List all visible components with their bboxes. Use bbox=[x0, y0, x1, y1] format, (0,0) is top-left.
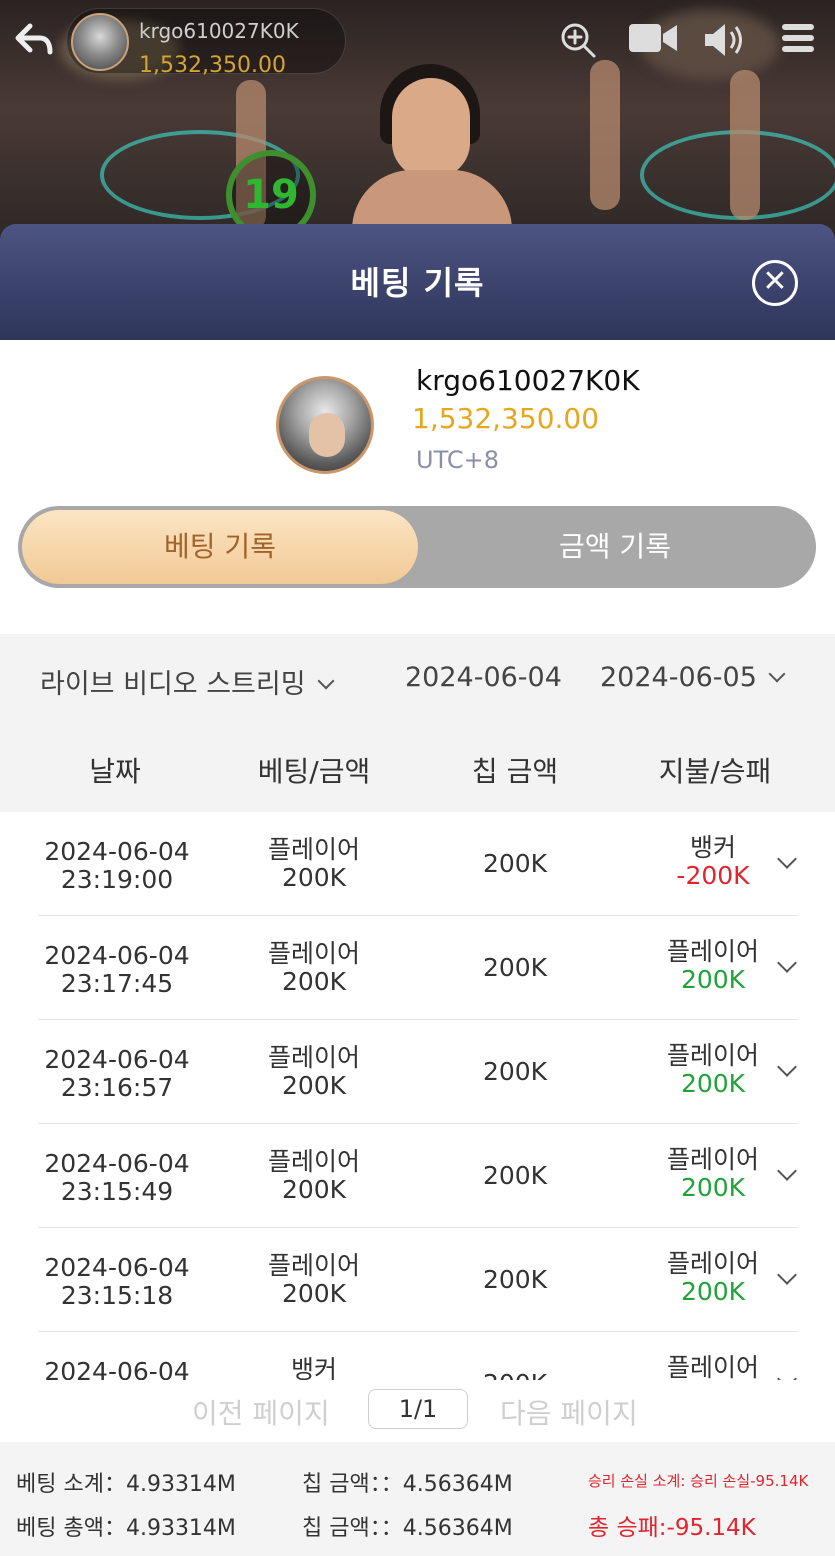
table-row[interactable]: 2024-06-04 23:15:49 플레이어 200K 200K 플레이어 200… bbox=[0, 1124, 835, 1228]
chip-subtotal: 칩 금액：：4.56364M bbox=[302, 1472, 513, 1497]
profile-balance: 1,532,350.00 bbox=[412, 402, 600, 435]
table-row[interactable]: 2024-06-04 23:17:45 플레이어 200K 200K 플레이어 200… bbox=[0, 916, 835, 1020]
winloss-subtotal: 승리 손실 소계: 승리 손실-95.14K bbox=[588, 1472, 809, 1490]
bet-record-list: 2024-06-04 23:19:00 플레이어 200K 200K 뱅커 -200K… bbox=[0, 812, 835, 1380]
bet-total: 베팅 총액：4.93314M bbox=[16, 1516, 236, 1541]
row-date: 2024-06-04 bbox=[44, 1357, 190, 1381]
column-header-date: 날짜 bbox=[89, 755, 141, 788]
pagination: 이전 페이지 1/1 다음 페이지 bbox=[0, 1382, 835, 1440]
modal-header: 베팅 기록 ✕ bbox=[0, 224, 835, 340]
row-result: 플레이어 bbox=[666, 1041, 759, 1070]
column-header-payout: 지불/승패 bbox=[658, 755, 772, 788]
summary-panel: 베팅 소계：4.93314M 칩 금액：：4.56364M 승리 손실 소계: … bbox=[0, 1442, 835, 1556]
row-bet: 뱅커 bbox=[290, 1355, 337, 1381]
row-bet: 플레이어 bbox=[267, 1147, 360, 1176]
game-top-bar: krgo610027K0K 1,532,350.00 19 bbox=[0, 0, 835, 240]
row-bet-amount: 200K bbox=[281, 1279, 347, 1308]
bet-subtotal: 베팅 소계：4.93314M bbox=[16, 1472, 236, 1497]
row-chip: 200K bbox=[482, 1161, 548, 1190]
filter-bar: 라이브 비디오 스트리밍 2024-06-04 2024-06-05 날짜 베팅… bbox=[0, 634, 835, 812]
table-row[interactable]: 2024-06-04 뱅커 200K 플레이어 bbox=[0, 1332, 835, 1380]
row-time: 23:16:57 bbox=[60, 1073, 174, 1102]
start-date-picker[interactable]: 2024-06-04 bbox=[405, 662, 562, 693]
table-row[interactable]: 2024-06-04 23:15:18 플레이어 200K 200K 플레이어 200… bbox=[0, 1228, 835, 1332]
page-indicator: 1/1 bbox=[368, 1389, 468, 1429]
menu-icon[interactable] bbox=[778, 20, 818, 67]
profile-timezone: UTC+8 bbox=[416, 446, 499, 474]
close-icon[interactable]: ✕ bbox=[752, 260, 798, 306]
table-row[interactable]: 2024-06-04 23:19:00 플레이어 200K 200K 뱅커 -200K bbox=[0, 812, 835, 916]
row-time: 23:17:45 bbox=[60, 969, 174, 998]
row-bet-amount: 200K bbox=[281, 1175, 347, 1204]
game-type-select[interactable]: 라이브 비디오 스트리밍 bbox=[40, 662, 335, 701]
row-date: 2024-06-04 bbox=[44, 941, 190, 970]
chevron-down-icon bbox=[768, 665, 786, 683]
top-username: krgo610027K0K bbox=[139, 19, 299, 43]
row-payout: -200K bbox=[676, 861, 750, 890]
row-payout: 200K bbox=[680, 1277, 746, 1306]
row-date: 2024-06-04 bbox=[44, 1149, 190, 1178]
top-balance: 1,532,350.00 bbox=[139, 53, 286, 78]
row-result: 플레이어 bbox=[666, 1145, 759, 1174]
chip-total: 칩 금액：：4.56364M bbox=[302, 1516, 513, 1541]
row-bet: 플레이어 bbox=[267, 835, 360, 864]
row-time: 23:15:18 bbox=[60, 1281, 174, 1310]
row-chip: 200K bbox=[482, 1057, 548, 1086]
row-date: 2024-06-04 bbox=[44, 1253, 190, 1282]
next-page-button[interactable]: 다음 페이지 bbox=[500, 1392, 638, 1432]
speaker-icon[interactable] bbox=[700, 20, 750, 71]
row-result: 플레이어 bbox=[666, 1249, 759, 1278]
prev-page-button[interactable]: 이전 페이지 bbox=[192, 1392, 330, 1432]
row-bet-amount: 200K bbox=[281, 967, 347, 996]
modal-title: 베팅 기록 bbox=[350, 264, 485, 302]
game-type-value: 라이브 비디오 스트리밍 bbox=[40, 669, 306, 700]
row-chip: 200K bbox=[440, 1370, 590, 1381]
record-tabs: 베팅 기록 금액 기록 bbox=[18, 506, 816, 588]
row-bet: 플레이어 bbox=[267, 1251, 360, 1280]
row-bet: 플레이어 bbox=[267, 1043, 360, 1072]
tab-amount-record[interactable]: 금액 기록 bbox=[418, 510, 812, 584]
row-chip: 200K bbox=[482, 849, 548, 878]
row-time: 23:15:49 bbox=[60, 1177, 174, 1206]
column-header-bet: 베팅/금액 bbox=[257, 755, 371, 788]
avatar bbox=[71, 13, 129, 71]
row-chip: 200K bbox=[482, 1265, 548, 1294]
start-date-value: 2024-06-04 bbox=[405, 662, 562, 693]
video-camera-icon[interactable] bbox=[626, 20, 680, 67]
zoom-in-icon[interactable] bbox=[556, 20, 600, 71]
table-row[interactable]: 2024-06-04 23:16:57 플레이어 200K 200K 플레이어 200… bbox=[0, 1020, 835, 1124]
profile-username: krgo610027K0K bbox=[416, 364, 640, 397]
winloss-total: 총 승패:-95.14K bbox=[588, 1515, 756, 1541]
row-result: 뱅커 bbox=[689, 833, 736, 862]
row-payout: 200K bbox=[680, 965, 746, 994]
row-bet-amount: 200K bbox=[281, 863, 347, 892]
tab-bet-record[interactable]: 베팅 기록 bbox=[22, 510, 418, 584]
row-bet: 플레이어 bbox=[267, 939, 360, 968]
row-result: 플레이어 bbox=[666, 1353, 759, 1381]
row-bet-amount: 200K bbox=[281, 1071, 347, 1100]
row-payout: 200K bbox=[680, 1173, 746, 1202]
chevron-down-icon bbox=[317, 672, 335, 690]
end-date-picker[interactable]: 2024-06-05 bbox=[600, 662, 786, 693]
row-result: 플레이어 bbox=[666, 937, 759, 966]
row-date: 2024-06-04 bbox=[44, 1045, 190, 1074]
user-info-pill: krgo610027K0K 1,532,350.00 bbox=[66, 8, 346, 78]
row-payout: 200K bbox=[680, 1069, 746, 1098]
end-date-value: 2024-06-05 bbox=[600, 662, 757, 693]
row-date: 2024-06-04 bbox=[44, 837, 190, 866]
column-header-chip: 칩 금액 bbox=[471, 755, 559, 788]
profile-avatar bbox=[276, 376, 374, 474]
back-arrow-icon[interactable] bbox=[12, 22, 56, 62]
row-chip: 200K bbox=[482, 953, 548, 982]
row-time: 23:19:00 bbox=[60, 865, 174, 894]
